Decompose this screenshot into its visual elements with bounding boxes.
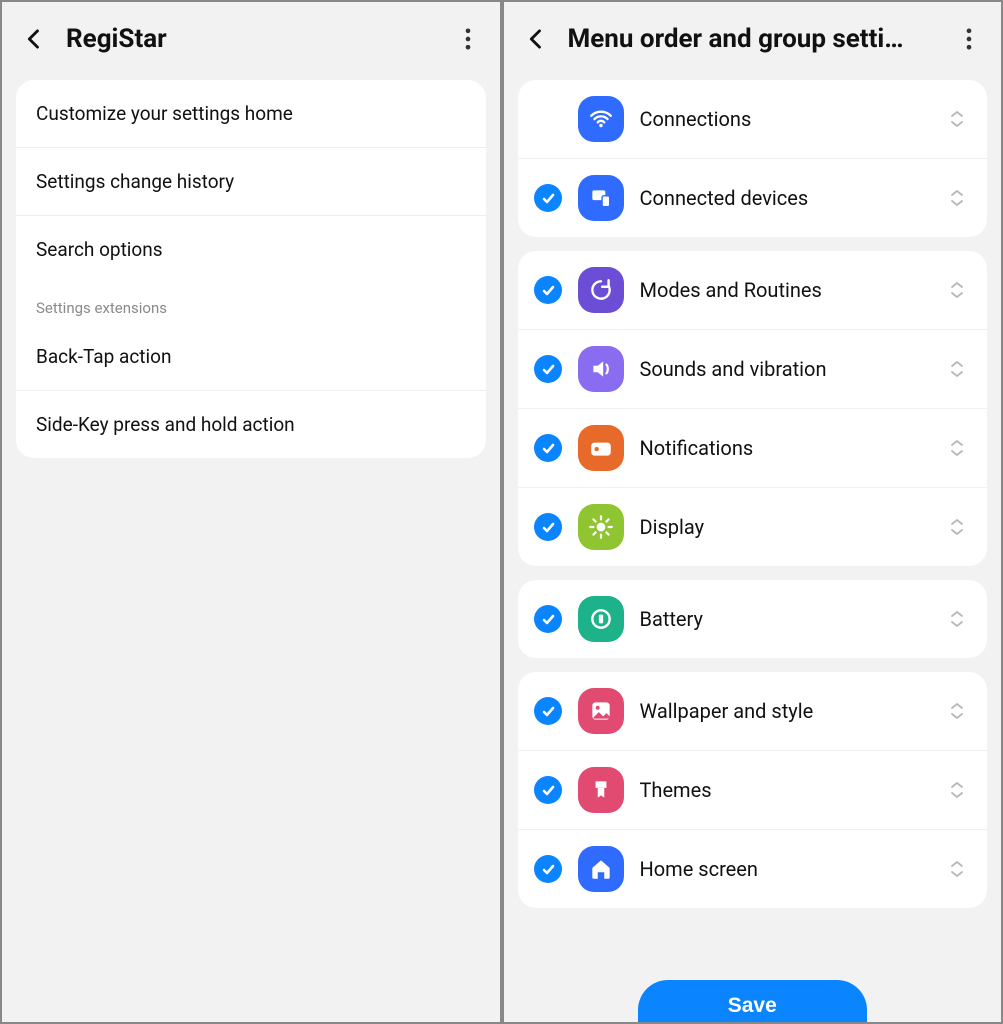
checkbox[interactable] [534, 184, 562, 212]
registar-pane: RegiStar Customize your settings home Se… [2, 2, 500, 1022]
settings-item[interactable]: Connections [518, 80, 988, 158]
row-label: Customize your settings home [36, 102, 293, 125]
sound-icon [578, 346, 624, 392]
devices-icon [578, 175, 624, 221]
group-main: Customize your settings home Settings ch… [16, 80, 486, 458]
row-label: Settings change history [36, 170, 234, 193]
row-change-history[interactable]: Settings change history [16, 147, 486, 215]
checkbox[interactable] [534, 513, 562, 541]
row-label: Search options [36, 238, 163, 261]
header-right: Menu order and group setti… [504, 2, 1002, 80]
row-side-key[interactable]: Side-Key press and hold action [16, 390, 486, 458]
row-label: Back-Tap action [36, 345, 171, 368]
battery-icon [578, 596, 624, 642]
reorder-handle[interactable] [945, 781, 969, 799]
item-label: Sounds and vibration [640, 357, 930, 381]
row-customize-home[interactable]: Customize your settings home [16, 80, 486, 147]
settings-list: Connections Connected devices Modes and Ro… [504, 80, 1002, 1022]
header-left: RegiStar [2, 2, 500, 80]
refresh-icon [578, 267, 624, 313]
settings-group: Modes and Routines Sounds and vibration No… [518, 251, 988, 566]
settings-group: Connections Connected devices [518, 80, 988, 237]
reorder-handle[interactable] [945, 860, 969, 878]
wifi-icon [578, 96, 624, 142]
settings-item[interactable]: Modes and Routines [518, 251, 988, 329]
settings-item[interactable]: Home screen [518, 829, 988, 908]
settings-group: Battery [518, 580, 988, 658]
checkbox[interactable] [534, 434, 562, 462]
item-label: Connected devices [640, 186, 930, 210]
brightness-icon [578, 504, 624, 550]
checkbox[interactable] [534, 697, 562, 725]
reorder-handle[interactable] [945, 360, 969, 378]
checkbox[interactable] [534, 776, 562, 804]
home-icon [578, 846, 624, 892]
item-label: Themes [640, 778, 930, 802]
more-button[interactable] [955, 25, 983, 53]
menu-order-pane: Menu order and group setti… ConnectionsC… [500, 2, 1002, 1022]
reorder-handle[interactable] [945, 702, 969, 720]
themes-icon [578, 767, 624, 813]
item-label: Connections [640, 107, 930, 131]
reorder-handle[interactable] [945, 281, 969, 299]
settings-item[interactable]: Display [518, 487, 988, 566]
row-search-options[interactable]: Search options [16, 215, 486, 283]
settings-group: Wallpaper and style Themes Home screen [518, 672, 988, 908]
reorder-handle[interactable] [945, 110, 969, 128]
settings-item[interactable]: Themes [518, 750, 988, 829]
settings-item[interactable]: Connected devices [518, 158, 988, 237]
item-label: Home screen [640, 857, 930, 881]
section-label: Settings extensions [16, 283, 486, 323]
wallpaper-icon [578, 688, 624, 734]
notifications-icon [578, 425, 624, 471]
settings-item[interactable]: Notifications [518, 408, 988, 487]
back-button[interactable] [20, 25, 48, 53]
item-label: Modes and Routines [640, 278, 930, 302]
reorder-handle[interactable] [945, 610, 969, 628]
row-back-tap[interactable]: Back-Tap action [16, 323, 486, 390]
item-label: Display [640, 515, 930, 539]
more-button[interactable] [454, 25, 482, 53]
settings-item[interactable]: Wallpaper and style [518, 672, 988, 750]
checkbox[interactable] [534, 355, 562, 383]
save-bar: Save [504, 974, 1002, 1022]
reorder-handle[interactable] [945, 518, 969, 536]
checkbox[interactable] [534, 605, 562, 633]
item-label: Battery [640, 607, 930, 631]
checkbox[interactable] [534, 855, 562, 883]
reorder-handle[interactable] [945, 189, 969, 207]
item-label: Notifications [640, 436, 930, 460]
reorder-handle[interactable] [945, 439, 969, 457]
page-title: Menu order and group setti… [568, 24, 938, 54]
page-title: RegiStar [66, 24, 436, 54]
item-label: Wallpaper and style [640, 699, 930, 723]
back-button[interactable] [522, 25, 550, 53]
checkbox[interactable] [534, 276, 562, 304]
settings-item[interactable]: Sounds and vibration [518, 329, 988, 408]
row-label: Side-Key press and hold action [36, 413, 295, 436]
settings-item[interactable]: Battery [518, 580, 988, 658]
save-button[interactable]: Save [638, 980, 867, 1022]
